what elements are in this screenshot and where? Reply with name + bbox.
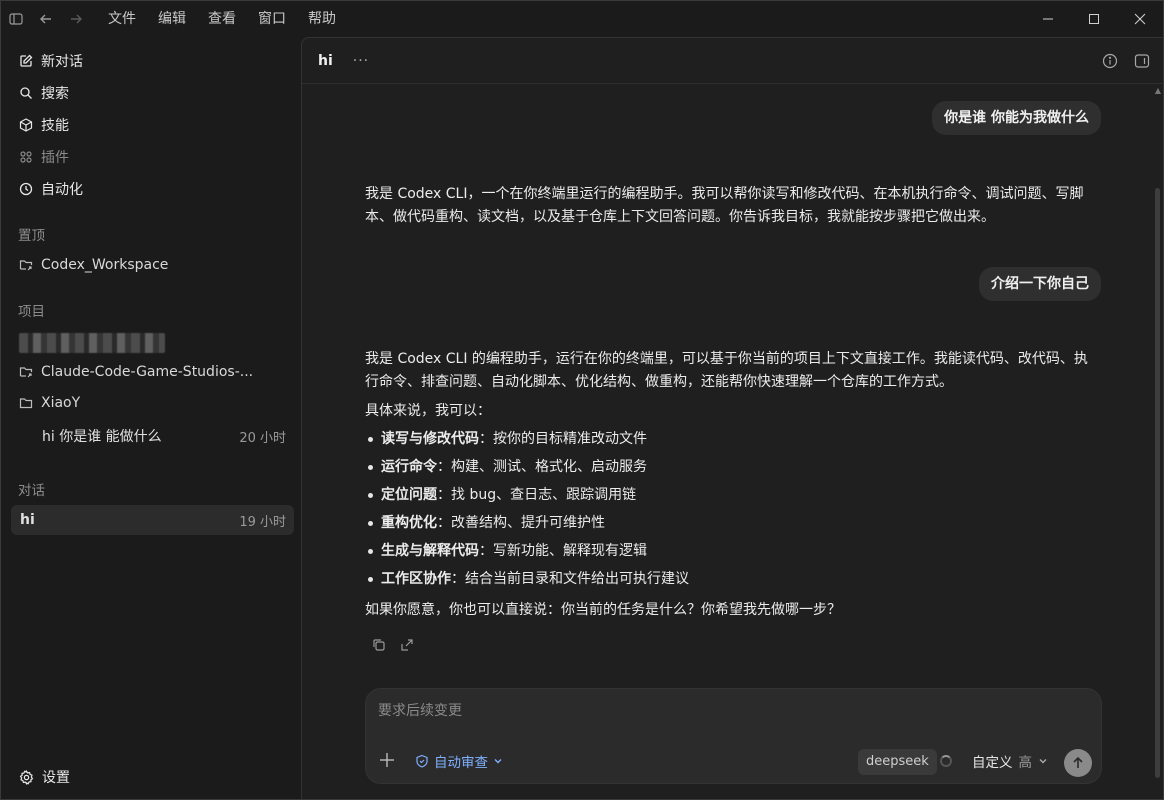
message-actions	[372, 638, 414, 652]
pinned-item-codex-workspace[interactable]: Codex_Workspace	[11, 250, 294, 280]
new-chat-button[interactable]: 新对话	[11, 46, 294, 76]
cube-icon	[19, 118, 33, 132]
menu-help[interactable]: 帮助	[297, 1, 347, 37]
chat-title-heading: hi	[318, 52, 333, 69]
menu-file[interactable]: 文件	[97, 1, 147, 37]
send-button[interactable]	[1064, 749, 1092, 777]
close-button[interactable]	[1117, 1, 1163, 37]
list-item: 重构优化：改善结构、提升可维护性	[365, 509, 1100, 537]
more-options-button[interactable]: ···	[353, 53, 369, 69]
search-icon	[20, 87, 32, 99]
share-icon[interactable]	[400, 638, 414, 652]
assistant-text: 我是 Codex CLI，一个在你终端里运行的编程助手。我可以帮你读写和修改代码…	[365, 186, 1084, 225]
search-button[interactable]: 搜索	[11, 78, 294, 108]
redacted-project-name[interactable]	[19, 333, 165, 353]
chat-item-active[interactable]: hi 19 小时	[11, 505, 294, 535]
thread-title: hi 你是谁 能做什么	[42, 429, 162, 445]
project-item-claude-code-game-studios[interactable]: Claude-Code-Game-Studios-...	[11, 357, 294, 387]
automation-button[interactable]: 自动化	[11, 174, 294, 204]
assistant-text: 如果你愿意，你也可以直接说：你当前的任务是什么？你希望我先做哪一步？	[365, 602, 841, 618]
clock-icon	[19, 182, 33, 196]
chevron-down-icon	[1039, 759, 1047, 764]
folder-link-icon	[19, 367, 33, 378]
app-window: 文件 编辑 查看 窗口 帮助 新对话 搜索 技能 插件 自动化 置顶 Codex…	[0, 0, 1164, 800]
list-item: 读写与修改代码：按你的目标精准改动文件	[365, 425, 1100, 453]
chat-panel: hi ··· 你是谁 你能为我做什么 我是 Codex CLI，一个在你终端里运…	[301, 37, 1164, 799]
list-item: 工作区协作：结合当前目录和文件给出可执行建议	[365, 565, 1100, 593]
menu-edit[interactable]: 编辑	[147, 1, 197, 37]
chevron-down-icon	[494, 759, 502, 764]
user-message-bubble: 你是谁 你能为我做什么	[932, 101, 1101, 135]
panel-toggle-icon[interactable]	[1134, 53, 1150, 69]
composer: 自动审查 deepseek 自定义 高	[365, 688, 1102, 784]
capability-list: 读写与修改代码：按你的目标精准改动文件 运行命令：构建、测试、格式化、启动服务 …	[365, 425, 1100, 593]
thread-time: 20 小时	[239, 430, 286, 446]
project-thread-item[interactable]: hi 你是谁 能做什么 20 小时	[11, 421, 294, 451]
chat-time: 19 小时	[239, 514, 286, 530]
assistant-text: 我是 Codex CLI 的编程助手，运行在你的终端里，可以基于你当前的项目上下…	[365, 351, 1088, 390]
scrollbar[interactable]	[1155, 188, 1160, 778]
list-item: 运行命令：构建、测试、格式化、启动服务	[365, 453, 1100, 481]
model-selector[interactable]: deepseek	[858, 749, 937, 775]
copy-icon[interactable]	[372, 638, 386, 652]
chat-header: hi ···	[302, 38, 1164, 84]
user-message-bubble: 介绍一下你自己	[979, 267, 1101, 301]
pinned-section-label: 置顶	[18, 228, 45, 244]
project-item-xiaoy[interactable]: XiaoY	[11, 388, 294, 418]
loading-spinner-icon	[940, 755, 952, 767]
menu-bar: 文件 编辑 查看 窗口 帮助	[97, 1, 347, 37]
back-arrow-icon[interactable]	[31, 1, 61, 37]
assistant-text: 具体来说，我可以：	[365, 403, 491, 419]
auto-review-dropdown[interactable]: 自动审查	[415, 751, 508, 771]
window-controls	[1025, 1, 1163, 37]
forward-arrow-icon[interactable]	[61, 1, 91, 37]
sidebar: 新对话 搜索 技能 插件 自动化 置顶 Codex_Workspace 项目 C…	[1, 37, 301, 799]
minimize-button[interactable]	[1025, 1, 1071, 37]
settings-button[interactable]: 设置	[11, 762, 70, 792]
projects-section-label: 项目	[18, 304, 45, 320]
grid-icon	[20, 151, 32, 163]
menu-view[interactable]: 查看	[197, 1, 247, 37]
message-input[interactable]	[378, 701, 1078, 721]
skills-button[interactable]: 技能	[11, 110, 294, 140]
reasoning-level-dropdown[interactable]: 自定义 高	[972, 751, 1048, 771]
edit-icon	[20, 54, 33, 67]
chats-section-label: 对话	[18, 483, 45, 499]
arrow-up-icon	[1073, 756, 1083, 768]
add-attachment-button[interactable]	[378, 751, 396, 769]
plugins-button[interactable]: 插件	[11, 142, 294, 172]
assistant-message: 我是 Codex CLI，一个在你终端里运行的编程助手。我可以帮你读写和修改代码…	[365, 183, 1100, 235]
chat-title: hi	[20, 512, 35, 528]
review-shield-icon	[416, 754, 428, 768]
scroll-up-arrow-icon[interactable]: ▲	[1155, 86, 1161, 95]
info-icon[interactable]	[1102, 53, 1118, 69]
list-item: 定位问题：找 bug、查日志、跟踪调用链	[365, 481, 1100, 509]
menu-window[interactable]: 窗口	[247, 1, 297, 37]
assistant-message: 我是 Codex CLI 的编程助手，运行在你的终端里，可以基于你当前的项目上下…	[365, 348, 1100, 628]
list-item: 生成与解释代码：写新功能、解释现有逻辑	[365, 537, 1100, 565]
folder-link-icon	[19, 260, 33, 271]
title-bar: 文件 编辑 查看 窗口 帮助	[1, 1, 1163, 37]
folder-icon	[19, 398, 33, 409]
maximize-button[interactable]	[1071, 1, 1117, 37]
sidebar-toggle-icon[interactable]	[1, 1, 31, 37]
gear-icon	[19, 769, 34, 785]
